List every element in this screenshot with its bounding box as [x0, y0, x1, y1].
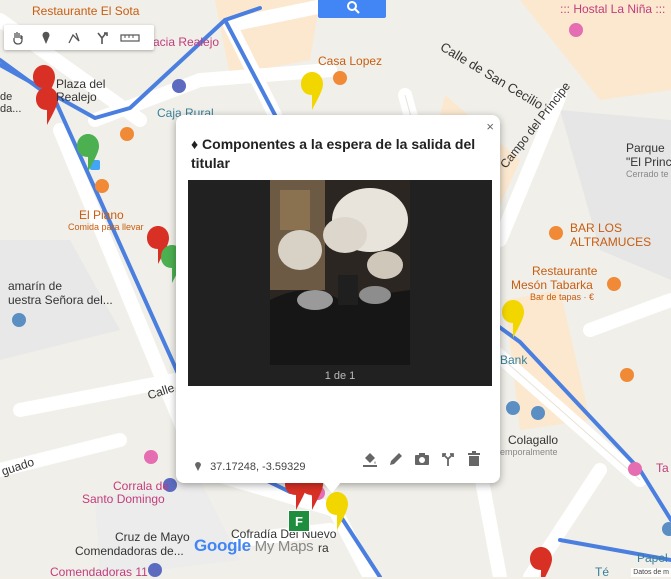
delete-icon: [468, 451, 480, 466]
map-label-el-piano[interactable]: El Piano: [79, 208, 124, 222]
line-icon: [68, 32, 80, 43]
map-label-te[interactable]: Té: [595, 565, 609, 579]
map-label-bar-los-altramuces-2[interactable]: ALTRAMUCES: [570, 235, 651, 249]
close-icon[interactable]: ×: [486, 119, 494, 134]
camera-icon: [415, 453, 429, 465]
info-window-actions: [362, 451, 482, 467]
map-label-restaurante-meson-2[interactable]: Mesón Tabarka: [511, 278, 593, 292]
marker-icon: [42, 31, 50, 44]
route-icon: [97, 31, 108, 44]
search-icon: [347, 1, 360, 14]
map-label-parque-3: Cerrado te: [626, 169, 669, 179]
hand-icon: [13, 31, 23, 45]
map-label-parque-2[interactable]: "El Princ: [626, 155, 671, 169]
coordinates: 37.17248, -3.59329: [194, 460, 305, 474]
map-label-ta[interactable]: Ta: [656, 461, 669, 475]
ruler-icon: [120, 33, 140, 42]
map-label-comendadoras-11[interactable]: Comendadoras 11: [50, 565, 148, 579]
ruler-tool[interactable]: [116, 25, 144, 50]
event-photo[interactable]: [270, 180, 410, 365]
map-label-restaurante-meson-sub: Bar de tapas · €: [530, 292, 595, 302]
style-button[interactable]: [362, 451, 378, 467]
map-label-restaurante-meson-1[interactable]: Restaurante: [532, 264, 597, 278]
map-label-papel[interactable]: Papel: [637, 551, 668, 565]
map-label-plaza-del-realejo-2: Realejo: [56, 90, 97, 104]
map-label-colagallo[interactable]: Colagallo: [508, 433, 558, 447]
delete-button[interactable]: [466, 451, 482, 467]
style-icon: [363, 453, 377, 467]
map-label-cofradia-2[interactable]: ra: [318, 541, 329, 555]
google-my-maps-logo: Google My Maps: [194, 536, 314, 556]
search-button[interactable]: [318, 0, 386, 18]
route-point-marker[interactable]: F: [288, 510, 310, 532]
directions-icon: [442, 453, 454, 466]
map-label-colagallo-sub: emporalmente: [500, 447, 558, 457]
location-pin-icon: [194, 460, 202, 474]
map-label-cruz-de-mayo-2[interactable]: Comendadoras de...: [75, 544, 184, 558]
edit-button[interactable]: [388, 451, 404, 467]
info-window-tail: [322, 481, 342, 493]
info-window: × ♦ Componentes a la espera de la salida…: [176, 115, 500, 483]
coordinates-text: 37.17248, -3.59329: [210, 460, 306, 473]
map-attribution[interactable]: Datos de m: [631, 568, 671, 577]
marker-tool[interactable]: [32, 25, 60, 50]
info-window-title: ♦ Componentes a la espera de la salida d…: [191, 136, 476, 171]
line-tool[interactable]: [60, 25, 88, 50]
map-label-bar-los-altramuces-1[interactable]: BAR LOS: [570, 221, 622, 235]
photo-image: [270, 180, 410, 365]
directions-button[interactable]: [440, 451, 456, 467]
map-label-realejo-left: de da...: [0, 91, 22, 116]
map-label-cruz-de-mayo-1[interactable]: Cruz de Mayo: [115, 530, 190, 544]
map-label-camarin-2[interactable]: uestra Señora del...: [8, 293, 113, 307]
route-tool[interactable]: [88, 25, 116, 50]
map-label-restaurante-el-sota[interactable]: Restaurante El Sota: [32, 4, 139, 18]
map-label-hostal-la-nina[interactable]: ::: Hostal La Niña :::: [560, 2, 665, 16]
photo-viewer[interactable]: 1 de 1: [188, 180, 492, 386]
map-label-parque-1[interactable]: Parque: [626, 141, 665, 155]
edit-icon: [390, 453, 402, 465]
map-label-casa-lopez[interactable]: Casa Lopez: [318, 54, 382, 68]
map-label-corrala-2[interactable]: Santo Domingo: [82, 492, 165, 506]
add-photo-button[interactable]: [414, 451, 430, 467]
photo-counter: 1 de 1: [324, 370, 356, 382]
map-label-camarin-1[interactable]: amarín de: [8, 279, 62, 293]
map-toolbar: [4, 25, 154, 50]
hand-tool[interactable]: [4, 25, 32, 50]
map-label-el-piano-sub: Comida para llevar: [68, 222, 144, 232]
my-maps-logo-text: My Maps: [250, 538, 314, 555]
map-label-bank[interactable]: Bank: [500, 353, 527, 367]
google-logo-text: Google: [194, 536, 251, 555]
